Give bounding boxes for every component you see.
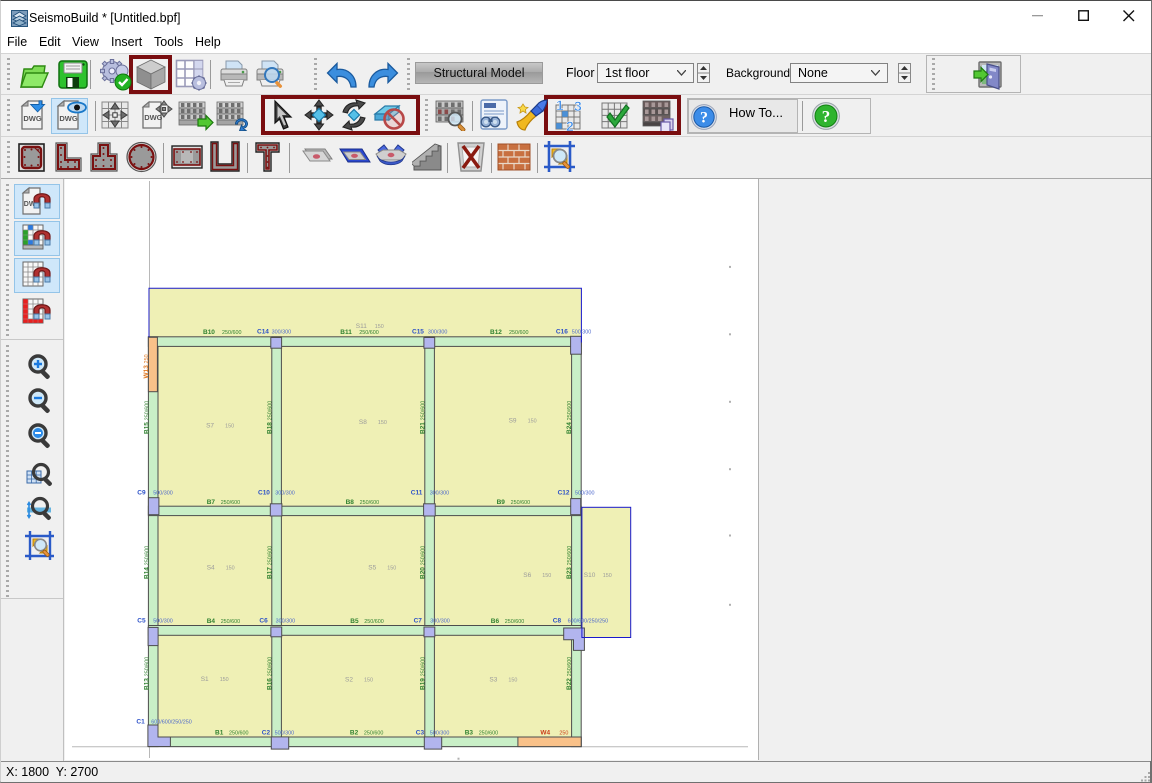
svg-text:B1: B1: [215, 729, 224, 736]
svg-text:C2: C2: [262, 729, 271, 736]
svg-text:C3: C3: [416, 729, 425, 736]
svg-text:B12: B12: [490, 329, 502, 336]
svg-text:W13 250: W13 250: [143, 354, 150, 378]
svg-text:B15 250/600: B15 250/600: [143, 401, 150, 434]
svg-text:B17 250/600: B17 250/600: [266, 546, 273, 579]
svg-text:150: 150: [225, 424, 234, 430]
svg-text:S7: S7: [206, 423, 214, 430]
svg-text:300/300: 300/300: [272, 330, 292, 336]
svg-text:B19 250/600: B19 250/600: [419, 657, 426, 690]
svg-text:250/600: 250/600: [360, 500, 380, 506]
svg-text:B8: B8: [346, 499, 355, 506]
svg-text:B14 250/600: B14 250/600: [143, 546, 150, 579]
svg-text:W4: W4: [540, 729, 550, 736]
svg-text:150: 150: [387, 566, 396, 572]
svg-text:600/600/250/250: 600/600/250/250: [568, 619, 608, 625]
svg-text:DWG: DWG: [23, 114, 41, 123]
svg-text:C1: C1: [136, 718, 145, 725]
svg-text:500/300: 500/300: [153, 491, 173, 497]
svg-text:C10: C10: [258, 490, 270, 497]
svg-text:150: 150: [378, 420, 387, 426]
svg-text:300/300: 300/300: [430, 491, 450, 497]
svg-text:S9: S9: [509, 418, 517, 425]
svg-text:C5: C5: [137, 618, 146, 625]
svg-text:1: 1: [556, 99, 564, 113]
svg-text:150: 150: [542, 573, 551, 579]
svg-text:250/600: 250/600: [505, 619, 525, 625]
svg-text:250/600: 250/600: [479, 730, 499, 736]
svg-text:B18 250/600: B18 250/600: [266, 401, 273, 434]
svg-text:DWG: DWG: [144, 113, 162, 122]
svg-text:300/300: 300/300: [430, 619, 450, 625]
svg-text:250: 250: [559, 730, 568, 736]
svg-text:S5: S5: [368, 565, 376, 572]
svg-text:150: 150: [375, 324, 384, 330]
svg-text:500/300: 500/300: [275, 730, 295, 736]
svg-text:600/600/250/250: 600/600/250/250: [151, 719, 191, 725]
svg-text:250/600: 250/600: [509, 330, 529, 336]
svg-text:150: 150: [603, 573, 612, 579]
svg-text:S11: S11: [356, 323, 367, 330]
svg-text:S6: S6: [523, 572, 531, 579]
svg-text:C16: C16: [556, 329, 568, 336]
svg-text:150: 150: [528, 419, 537, 425]
svg-text:B4: B4: [207, 618, 216, 625]
svg-text:150: 150: [508, 678, 517, 684]
svg-text:300/300: 300/300: [275, 491, 295, 497]
svg-text:C8: C8: [553, 618, 562, 625]
svg-text:250/600: 250/600: [511, 500, 530, 506]
svg-text:S2: S2: [345, 677, 353, 684]
svg-text:C7: C7: [414, 618, 423, 625]
svg-text:S10: S10: [584, 572, 596, 579]
svg-text:500/300: 500/300: [572, 330, 592, 336]
svg-text:S4: S4: [207, 565, 215, 572]
svg-text:3: 3: [574, 99, 582, 114]
svg-text:B20 250/600: B20 250/600: [419, 546, 426, 579]
svg-text:B23 250/600: B23 250/600: [566, 546, 573, 579]
svg-text:C6: C6: [259, 618, 268, 625]
svg-text:B21 250/600: B21 250/600: [419, 401, 426, 434]
svg-text:250/600: 250/600: [359, 330, 379, 336]
svg-text:?: ?: [700, 110, 708, 127]
svg-text:B2: B2: [350, 729, 359, 736]
svg-text:150: 150: [220, 677, 229, 683]
svg-text:500/300: 500/300: [575, 491, 595, 497]
svg-text:B9: B9: [497, 499, 506, 506]
svg-text:2: 2: [566, 118, 574, 131]
svg-text:B11: B11: [340, 329, 352, 336]
svg-text:250/600: 250/600: [222, 330, 242, 336]
svg-text:500/300: 500/300: [153, 619, 173, 625]
svg-text:B10: B10: [203, 329, 215, 336]
svg-text:C15: C15: [412, 329, 424, 336]
svg-text:S1: S1: [201, 676, 209, 683]
svg-text:B5: B5: [350, 618, 359, 625]
svg-text:250/600: 250/600: [221, 619, 241, 625]
svg-text:B16 250/600: B16 250/600: [266, 657, 273, 690]
svg-text:C11: C11: [411, 490, 423, 497]
svg-text:250/600: 250/600: [229, 730, 249, 736]
svg-text:S8: S8: [359, 419, 367, 426]
svg-text:?: ?: [822, 107, 831, 126]
svg-text:150: 150: [226, 566, 235, 572]
svg-text:300/300: 300/300: [428, 330, 448, 336]
svg-text:250/600: 250/600: [221, 500, 241, 506]
svg-text:B22 250/600: B22 250/600: [566, 657, 573, 690]
svg-text:B7: B7: [207, 499, 216, 506]
svg-text:C14: C14: [257, 329, 269, 336]
svg-text:C9: C9: [137, 490, 146, 497]
svg-text:DWG: DWG: [59, 114, 77, 123]
svg-text:250/600: 250/600: [364, 730, 384, 736]
svg-text:300/300: 300/300: [276, 619, 296, 625]
svg-text:S3: S3: [489, 677, 497, 684]
svg-text:B3: B3: [465, 729, 474, 736]
svg-text:B24 250/600: B24 250/600: [566, 401, 573, 434]
svg-text:250/600: 250/600: [364, 619, 384, 625]
svg-text:C12: C12: [558, 490, 570, 497]
svg-text:500/300: 500/300: [430, 730, 450, 736]
svg-text:B13 250/600: B13 250/600: [143, 657, 150, 690]
svg-text:150: 150: [364, 678, 373, 684]
svg-text:B6: B6: [491, 618, 500, 625]
